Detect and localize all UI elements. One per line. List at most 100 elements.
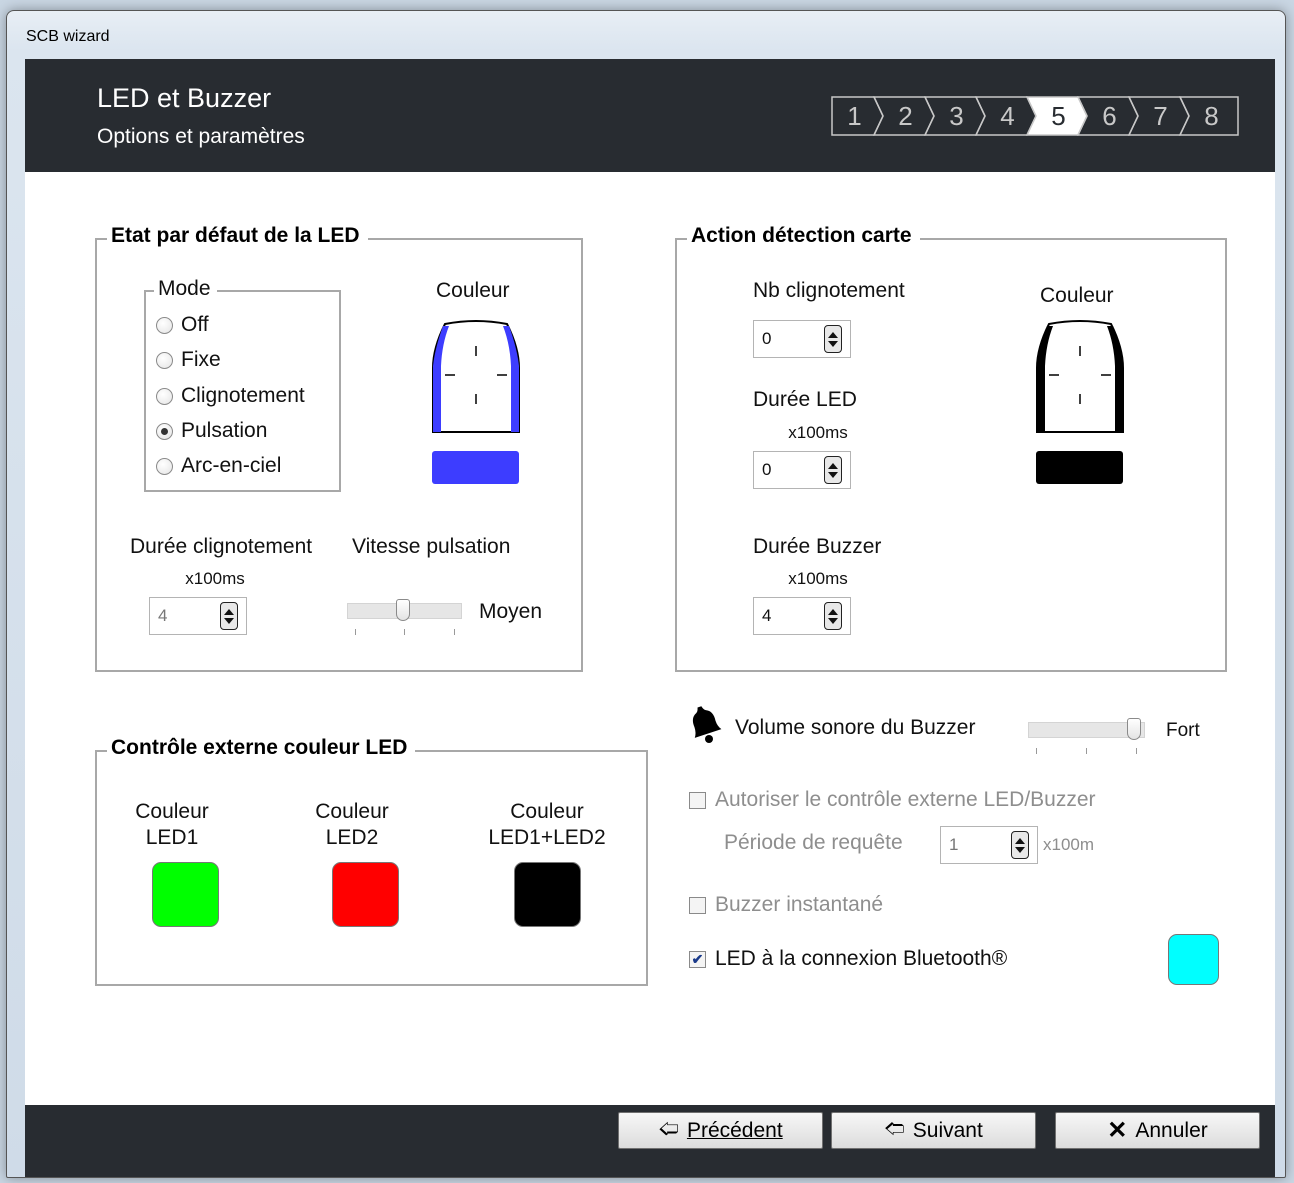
step-label: 5	[1051, 101, 1065, 131]
nb-clignotement-label: Nb clignotement	[753, 279, 905, 302]
radio-label: Off	[181, 313, 209, 336]
reader-device-icon	[1036, 320, 1124, 433]
page-subtitle: Options et paramètres	[97, 125, 305, 148]
periode-stepper[interactable]: 1	[940, 826, 1038, 864]
radio-label: Clignotement	[181, 384, 305, 407]
checkbox-box	[689, 896, 706, 914]
previous-button-label: Précédent	[686, 1118, 783, 1142]
next-button[interactable]: 🢢 Suivant	[831, 1112, 1036, 1149]
step-label: 8	[1204, 101, 1218, 131]
radio-label: Arc-en-ciel	[181, 454, 282, 477]
duree-clignotement-unit: x100ms	[185, 569, 245, 588]
window-title: SCB wizard	[26, 28, 110, 45]
external-control-group-label: Contrôle externe couleur LED	[107, 736, 416, 760]
arrow-left-icon: 🢠	[658, 1117, 679, 1140]
checkbox-box: ✔	[689, 950, 706, 968]
duree-buzzer-stepper[interactable]: 4	[753, 597, 851, 635]
action-detection-group-label: Action détection carte	[687, 224, 920, 248]
radio-label: Fixe	[181, 348, 221, 371]
action-couleur-label: Couleur	[1040, 284, 1114, 307]
stepper-arrows[interactable]	[824, 325, 842, 353]
step-label: 4	[1000, 101, 1014, 131]
slider-thumb[interactable]	[395, 599, 410, 621]
couleur-led1-led2-label: Couleur LED1+LED2	[472, 799, 622, 851]
step-6: 6	[1076, 96, 1139, 136]
stepper-arrows[interactable]	[1011, 831, 1029, 859]
couleur-led2-label: Couleur LED2	[292, 799, 412, 851]
duree-led-stepper[interactable]: 0	[753, 451, 851, 489]
slider-tick	[1136, 748, 1137, 754]
buzzer-instantane-checkbox[interactable]: Buzzer instantané	[689, 893, 883, 917]
label-line: LED2	[325, 826, 379, 849]
bluetooth-color-swatch[interactable]	[1168, 934, 1219, 985]
duree-led-label: Durée LED	[753, 388, 857, 411]
cancel-button-label: Annuler	[1135, 1118, 1208, 1142]
next-button-label: Suivant	[912, 1118, 983, 1142]
radio-circle	[156, 316, 173, 334]
periode-label: Période de requête	[724, 831, 903, 854]
radio-circle	[156, 457, 173, 475]
slider-tick	[1086, 748, 1087, 754]
label-line: Couleur	[135, 800, 209, 823]
led2-color-swatch[interactable]	[332, 862, 399, 927]
slider-tick	[1036, 748, 1037, 754]
volume-value-label: Fort	[1166, 720, 1200, 741]
led1-color-swatch[interactable]	[152, 862, 219, 927]
vitesse-value-label: Moyen	[479, 600, 543, 623]
step-8: 8	[1178, 96, 1239, 136]
led-default-color-swatch[interactable]	[432, 451, 519, 484]
duree-clignotement-stepper[interactable]: 4	[149, 597, 247, 635]
radio-mode-pulsation[interactable]: Pulsation	[156, 419, 267, 443]
stepper-arrows[interactable]	[220, 602, 238, 630]
step-label: 3	[949, 101, 963, 131]
radio-mode-fixe[interactable]: Fixe	[156, 348, 221, 372]
volume-slider[interactable]	[1028, 716, 1145, 758]
stepper-value: 1	[949, 835, 959, 854]
step-4: 4	[974, 96, 1037, 136]
radio-circle	[156, 351, 173, 369]
vitesse-pulsation-slider[interactable]	[347, 597, 462, 639]
step-label: 7	[1153, 101, 1167, 131]
slider-tick	[355, 629, 356, 635]
radio-label: Pulsation	[181, 419, 268, 442]
label-line: Couleur	[315, 800, 389, 823]
led-default-group-label: Etat par défaut de la LED	[107, 224, 368, 248]
previous-button[interactable]: 🢠 Précédent	[618, 1112, 823, 1149]
couleur-led1-label: Couleur LED1	[112, 799, 232, 851]
led-bluetooth-checkbox[interactable]: ✔ LED à la connexion Bluetooth®	[689, 947, 1007, 971]
step-label: 6	[1102, 101, 1116, 131]
volume-label: Volume sonore du Buzzer	[735, 716, 976, 739]
reader-device-icon	[432, 320, 520, 433]
label-line: Couleur	[510, 800, 584, 823]
step-label: 2	[898, 101, 912, 131]
radio-circle	[156, 422, 173, 440]
stepper-arrows[interactable]	[824, 602, 842, 630]
slider-tick	[454, 629, 455, 635]
autoriser-checkbox[interactable]: Autoriser le contrôle externe LED/Buzzer	[689, 788, 1096, 812]
stepper-value: 4	[762, 606, 772, 625]
arrow-right-icon: 🢢	[884, 1117, 905, 1140]
radio-mode-arc-en-ciel[interactable]: Arc-en-ciel	[156, 454, 281, 478]
periode-unit: x100m	[1043, 835, 1095, 854]
radio-circle	[156, 387, 173, 405]
nb-clignotement-stepper[interactable]: 0	[753, 320, 851, 358]
led1-led2-color-swatch[interactable]	[514, 862, 581, 927]
vitesse-pulsation-label: Vitesse pulsation	[352, 535, 511, 558]
stepper-value: 0	[762, 329, 772, 348]
title-bar: SCB wizard	[7, 11, 1285, 59]
step-2: 2	[872, 96, 935, 136]
step-indicator: 1 2 3 4 5 6 7 8	[831, 96, 1243, 136]
checkbox-label: Autoriser le contrôle externe LED/Buzzer	[715, 788, 1096, 811]
stepper-arrows[interactable]	[824, 456, 842, 484]
stepper-value: 0	[762, 460, 772, 479]
mode-group-label: Mode	[154, 277, 217, 301]
action-color-swatch[interactable]	[1036, 451, 1123, 484]
slider-thumb[interactable]	[1127, 718, 1141, 740]
header-banner: LED et Buzzer Options et paramètres 1 2 3 4…	[25, 59, 1275, 172]
duree-buzzer-label: Durée Buzzer	[753, 535, 882, 558]
step-label: 1	[847, 101, 861, 131]
cancel-button[interactable]: ✕ Annuler	[1055, 1112, 1260, 1149]
radio-mode-clignotement[interactable]: Clignotement	[156, 384, 305, 408]
duree-buzzer-unit: x100ms	[788, 569, 848, 588]
radio-mode-off[interactable]: Off	[156, 313, 209, 337]
